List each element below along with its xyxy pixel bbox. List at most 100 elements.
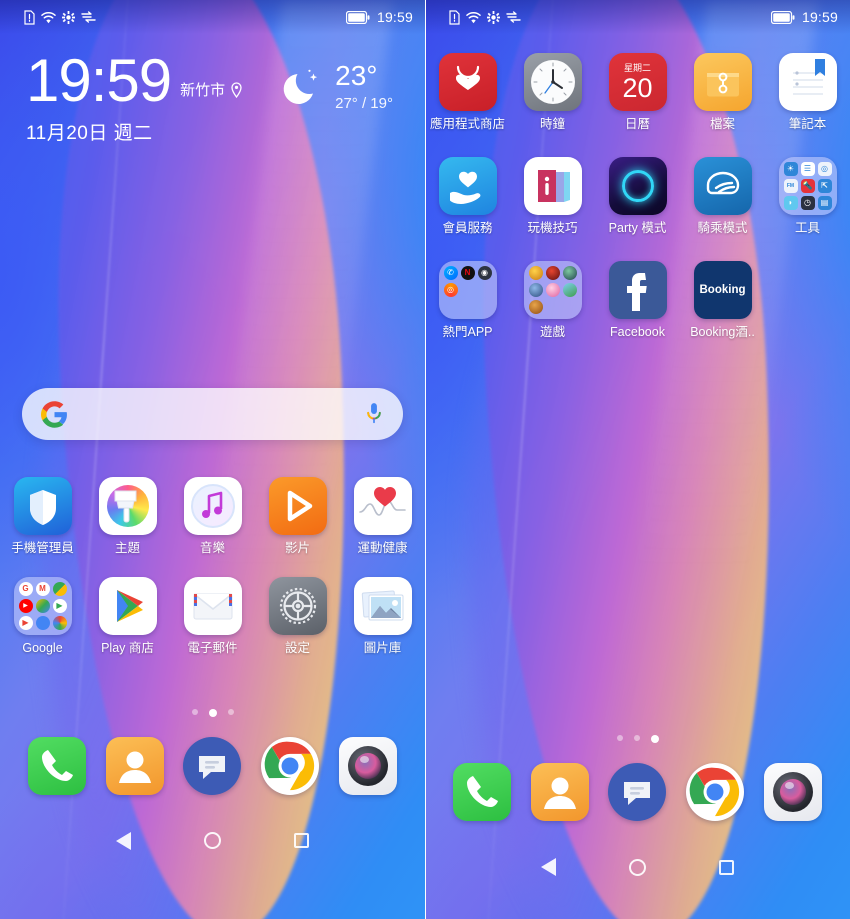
app-member-services[interactable]: 會員服務 <box>425 156 510 236</box>
data-transfer-icon <box>81 11 96 23</box>
battery-full-icon <box>770 10 795 24</box>
screen-divider <box>425 0 426 919</box>
folder-google[interactable]: G M ▶ ▶ ▶ Google <box>0 576 85 656</box>
app-label: 電子郵件 <box>187 640 238 655</box>
calendar-weekday: 星期二 <box>623 62 651 73</box>
dock-item-camera[interactable] <box>329 736 407 795</box>
widget-date: 11月20日 週二 <box>26 123 153 144</box>
phone-manager-icon <box>13 477 72 535</box>
app-health[interactable]: 運動健康 <box>340 477 425 556</box>
app-gallery[interactable]: 圖片庫 <box>340 576 425 656</box>
app-label: 玩機技巧 <box>527 220 578 235</box>
page-dot[interactable] <box>616 735 623 742</box>
folder-popular-apps[interactable]: ✆ N ◉ ◎ 熱門APP <box>425 260 510 340</box>
calendar-day: 20 <box>622 72 653 103</box>
app-label: Google <box>22 640 63 655</box>
app-ride-mode[interactable]: 騎乘模式 <box>680 156 765 236</box>
app-party-mode[interactable]: Party 模式 <box>595 156 680 236</box>
dock-item-contacts[interactable] <box>521 763 599 822</box>
app-video[interactable]: 影片 <box>255 477 340 556</box>
app-appgallery[interactable]: 應用程式商店 <box>425 53 510 132</box>
dock-item-messages[interactable] <box>599 763 677 822</box>
sim-card-icon <box>24 9 35 25</box>
app-label: Party 模式 <box>608 220 667 235</box>
phone-screen-left: 19:59 19:59 新竹市 11月20日 週二 23° 27° / 19° … <box>0 0 425 919</box>
dock-item-chrome[interactable] <box>251 736 329 795</box>
google-search-bar[interactable] <box>22 388 403 440</box>
tips-icon <box>523 156 582 215</box>
widget-temperature: 23° <box>335 60 378 91</box>
app-settings[interactable]: 設定 <box>255 576 340 656</box>
email-icon <box>183 576 242 635</box>
chrome-icon <box>261 736 320 795</box>
navigation-bar-right <box>425 839 850 895</box>
navigation-bar-left <box>0 813 425 869</box>
health-icon <box>353 477 412 535</box>
games-folder-icon <box>523 260 582 319</box>
settings-icon <box>268 576 327 635</box>
contacts-icon <box>105 736 164 795</box>
app-play-store[interactable]: Play 商店 <box>85 576 170 656</box>
play-store-icon <box>98 576 157 635</box>
google-g-icon[interactable] <box>41 400 68 428</box>
home-circle-icon[interactable] <box>628 858 646 876</box>
dock-item-phone[interactable] <box>443 763 521 822</box>
widget-temp-range: 27° / 19° <box>335 95 393 112</box>
popular-apps-folder-icon: ✆ N ◉ ◎ <box>438 260 497 319</box>
app-facebook[interactable]: Facebook <box>595 260 680 340</box>
messages-icon <box>608 763 667 822</box>
microphone-icon[interactable] <box>364 402 384 426</box>
phone-dialer-icon <box>27 736 86 795</box>
messages-icon <box>183 736 242 795</box>
huawei-appgallery-icon <box>438 53 497 111</box>
back-triangle-icon[interactable] <box>116 831 132 850</box>
back-triangle-icon[interactable] <box>541 858 557 877</box>
app-label: 遊戲 <box>539 324 565 339</box>
dock-item-camera[interactable] <box>754 763 832 822</box>
app-themes[interactable]: 主題 <box>85 477 170 556</box>
home-circle-icon[interactable] <box>203 832 221 849</box>
member-services-icon <box>438 156 497 215</box>
facebook-icon <box>608 260 667 319</box>
sim-card-icon <box>449 9 460 25</box>
clock-weather-widget[interactable]: 19:59 新竹市 11月20日 週二 23° 27° / 19° <box>0 34 425 145</box>
app-label: 筆記本 <box>788 117 827 131</box>
app-tips[interactable]: 玩機技巧 <box>510 156 595 236</box>
page-dot[interactable] <box>633 735 640 742</box>
recents-square-icon[interactable] <box>293 833 309 848</box>
app-files[interactable]: 檔案 <box>680 53 765 132</box>
app-label: 主題 <box>114 541 140 555</box>
calendar-icon: 星期二 20 <box>608 53 667 111</box>
page-indicator-left[interactable] <box>0 708 425 717</box>
page-dot-active[interactable] <box>208 708 217 717</box>
dock-item-messages[interactable] <box>174 736 252 795</box>
page-indicator-right[interactable] <box>425 735 850 744</box>
app-label: 會員服務 <box>442 220 493 235</box>
dock-item-chrome[interactable] <box>676 763 754 822</box>
app-grid-left: 手機管理員 主題 音樂 影片 運動健康 G M ▶ ▶ ▶ Google Pla… <box>0 477 425 656</box>
app-slot-empty <box>765 261 850 340</box>
app-label: 工具 <box>794 220 820 235</box>
folder-tools[interactable]: ☀ ☰ ◎ FM 🔦 ⇱ ◗ ◷ ▤ 工具 <box>765 156 850 236</box>
page-dot-active[interactable] <box>650 735 659 744</box>
app-music[interactable]: 音樂 <box>170 477 255 556</box>
app-label: 應用程式商店 <box>429 117 505 131</box>
app-email[interactable]: 電子郵件 <box>170 576 255 656</box>
folder-games[interactable]: 遊戲 <box>510 260 595 340</box>
app-label: 影片 <box>284 541 310 555</box>
page-dot[interactable] <box>227 708 234 715</box>
dock-item-phone[interactable] <box>18 736 96 795</box>
app-notepad[interactable]: 筆記本 <box>765 53 850 132</box>
page-dot[interactable] <box>191 708 198 715</box>
chrome-icon <box>686 763 745 822</box>
dock-item-contacts[interactable] <box>96 736 174 795</box>
booking-icon: Booking <box>693 260 752 319</box>
phone-dialer-icon <box>452 763 511 822</box>
party-mode-icon <box>608 156 667 215</box>
app-calendar[interactable]: 星期二 20 日曆 <box>595 53 680 132</box>
app-clock[interactable]: 時鐘 <box>510 53 595 132</box>
recents-square-icon[interactable] <box>718 859 734 875</box>
app-phone-manager[interactable]: 手機管理員 <box>0 477 85 556</box>
app-label: 手機管理員 <box>11 541 74 555</box>
app-booking[interactable]: Booking Booking酒.. <box>680 260 765 340</box>
